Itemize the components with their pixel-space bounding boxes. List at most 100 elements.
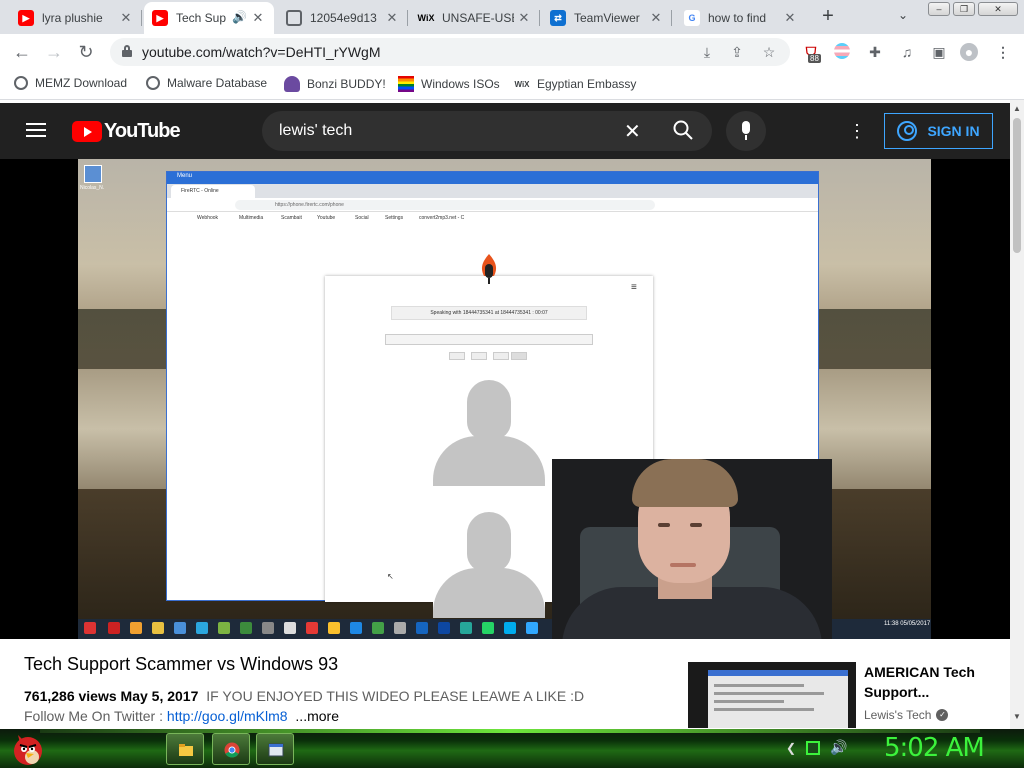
video-control-icon <box>493 352 509 360</box>
user-circle-icon <box>897 121 918 141</box>
video-frame[interactable]: Nicolas_N. Menu FireRTC - Online https:/… <box>78 159 931 639</box>
chrome-menu-icon[interactable]: ⋮ <box>994 43 1012 61</box>
minimize-button[interactable]: – <box>928 2 950 16</box>
bookmark-malware-database[interactable]: Malware Database <box>146 76 267 90</box>
tab-label: lyra plushie <box>42 11 103 25</box>
side-panel-icon[interactable]: ▣ <box>930 43 948 61</box>
tab-lyra-plushie[interactable]: ▶ lyra plushie ✕ <box>10 2 142 34</box>
youtube-icon: ▶ <box>152 10 168 26</box>
channel-name[interactable]: Lewis's Tech <box>864 708 931 722</box>
new-tab-button[interactable]: + <box>818 6 838 26</box>
recommended-video-thumbnail[interactable] <box>688 662 856 728</box>
thumbnail-screenshot <box>708 670 848 728</box>
back-button[interactable]: ← <box>12 42 32 62</box>
tab-search-button[interactable]: ⌄ <box>898 8 908 22</box>
share-icon[interactable]: ⇪ <box>728 43 746 61</box>
sign-in-button[interactable]: SIGN IN <box>884 113 993 149</box>
video-description: IF YOU ENJOYED THIS WIDEO PLEASE LEAWE A… <box>206 688 585 704</box>
taskbar-window[interactable] <box>256 733 294 765</box>
video-control-icon <box>471 352 487 360</box>
volume-icon[interactable]: 🔊 <box>830 739 847 756</box>
close-tab-icon[interactable]: ✕ <box>648 10 664 26</box>
url-text[interactable]: youtube.com/watch?v=DeHTI_rYWgM <box>142 44 380 60</box>
bookmark-label: Malware Database <box>167 76 268 90</box>
close-tab-icon[interactable]: ✕ <box>250 10 266 26</box>
maximize-button[interactable]: ❐ <box>953 2 975 16</box>
bookmark-windows-isos[interactable]: Windows ISOs <box>398 76 500 92</box>
folder-icon <box>179 744 193 756</box>
video-app-icon <box>394 622 406 634</box>
upload-date: May 5, 2017 <box>120 688 199 704</box>
tab-unsafe-use[interactable]: WiX UNSAFE-USE ✕ <box>410 2 540 34</box>
close-tab-icon[interactable]: ✕ <box>782 10 798 26</box>
search-box[interactable]: lewis' tech ✕ <box>262 111 712 151</box>
scroll-thumb[interactable] <box>1013 118 1021 253</box>
bookmarks-bar: MEMZ Download Malware Database Bonzi BUD… <box>0 70 1024 100</box>
install-app-icon[interactable]: ⤓ <box>698 43 716 61</box>
firertc-logo-icon <box>481 254 497 284</box>
video-app-icon <box>240 622 252 634</box>
tray-app-icon[interactable] <box>806 740 821 755</box>
show-more-button[interactable]: ...more <box>295 708 339 724</box>
taskbar-file-explorer[interactable] <box>166 733 204 765</box>
window-icon <box>268 743 284 757</box>
tray-expand-icon[interactable]: ❮ <box>786 741 796 755</box>
video-bookmark: Webhook <box>197 215 219 221</box>
video-bookmark: Settings <box>385 215 404 221</box>
scroll-up-arrow-icon[interactable]: ▲ <box>1013 104 1021 113</box>
bookmark-memz-download[interactable]: MEMZ Download <box>14 76 127 90</box>
hamburger-menu-icon[interactable] <box>26 123 46 137</box>
bookmark-label: MEMZ Download <box>35 76 128 90</box>
browser-toolbar: ← → ↻ youtube.com/watch?v=DeHTI_rYWgM ⤓ … <box>0 34 1024 70</box>
profile-avatar-icon[interactable]: ● <box>960 43 978 61</box>
clear-search-icon[interactable]: ✕ <box>624 119 641 144</box>
reload-button[interactable]: ↻ <box>76 42 96 62</box>
os-taskbar: ❮ 🔊 5:02 AM <box>0 729 1024 768</box>
extension-badge: 88 <box>808 54 821 63</box>
page-scrollbar[interactable]: ▲ ▼ <box>1010 100 1024 730</box>
scroll-down-arrow-icon[interactable]: ▼ <box>1013 712 1021 721</box>
taskbar-chrome[interactable] <box>212 733 250 765</box>
search-icon[interactable] <box>672 119 694 141</box>
video-app-icon <box>218 622 230 634</box>
video-app-icon <box>262 622 274 634</box>
globe-icon <box>286 10 302 26</box>
tab-12054e9d13[interactable]: 12054e9d13 ✕ <box>278 2 408 34</box>
microphone-icon[interactable] <box>726 111 766 151</box>
lock-icon[interactable] <box>122 45 132 57</box>
video-app-icon <box>306 622 318 634</box>
bookmark-egyptian-embassy[interactable]: WiX Egyptian Embassy <box>514 76 636 92</box>
video-app-icon <box>108 622 120 634</box>
google-icon: G <box>684 10 700 26</box>
close-window-button[interactable]: ✕ <box>978 2 1018 16</box>
close-tab-icon[interactable]: ✕ <box>384 10 400 26</box>
tab-teamviewer[interactable]: ⇄ TeamViewer ✕ <box>542 2 672 34</box>
settings-kebab-icon[interactable]: ⋮ <box>848 121 866 141</box>
video-window-title: Menu <box>177 173 193 179</box>
close-tab-icon[interactable]: ✕ <box>516 10 532 26</box>
bookmark-star-icon[interactable]: ☆ <box>760 43 778 61</box>
youtube-logo[interactable]: YouTube <box>72 120 181 143</box>
tab-label: 12054e9d13 <box>310 11 377 25</box>
recommended-channel[interactable]: Lewis's Tech ✓ <box>864 708 949 722</box>
twitter-link[interactable]: http://goo.gl/mKlm8 <box>167 708 288 724</box>
forward-button[interactable]: → <box>44 42 64 62</box>
tab-how-to-find[interactable]: G how to find ✕ <box>676 2 806 34</box>
bookmark-bonzi-buddy[interactable]: Bonzi BUDDY! <box>284 76 386 92</box>
media-control-icon[interactable]: ♫ <box>898 43 916 61</box>
recommended-video-title[interactable]: AMERICAN Tech Support... <box>864 662 1004 702</box>
address-bar[interactable]: youtube.com/watch?v=DeHTI_rYWgM ⤓ ⇪ ☆ <box>110 38 790 66</box>
extensions-puzzle-icon[interactable]: ✚ <box>866 43 884 61</box>
video-tab: FireRTC - Online <box>171 185 255 198</box>
tab-tech-support[interactable]: ▶ Tech Sup 🔊 ✕ <box>144 2 274 34</box>
wix-icon: WiX <box>417 13 435 23</box>
speaker-icon[interactable]: 🔊 <box>232 10 247 24</box>
video-player[interactable]: Nicolas_N. Menu FireRTC - Online https:/… <box>0 159 1010 639</box>
tab-label: how to find <box>708 11 767 25</box>
search-input[interactable]: lewis' tech <box>279 122 352 140</box>
trans-flag-extension-icon[interactable] <box>834 43 852 61</box>
video-app-icon <box>328 622 340 634</box>
close-tab-icon[interactable]: ✕ <box>118 10 134 26</box>
angry-bird-start-icon[interactable] <box>8 727 48 767</box>
taskbar-clock[interactable]: 5:02 AM <box>884 733 985 763</box>
